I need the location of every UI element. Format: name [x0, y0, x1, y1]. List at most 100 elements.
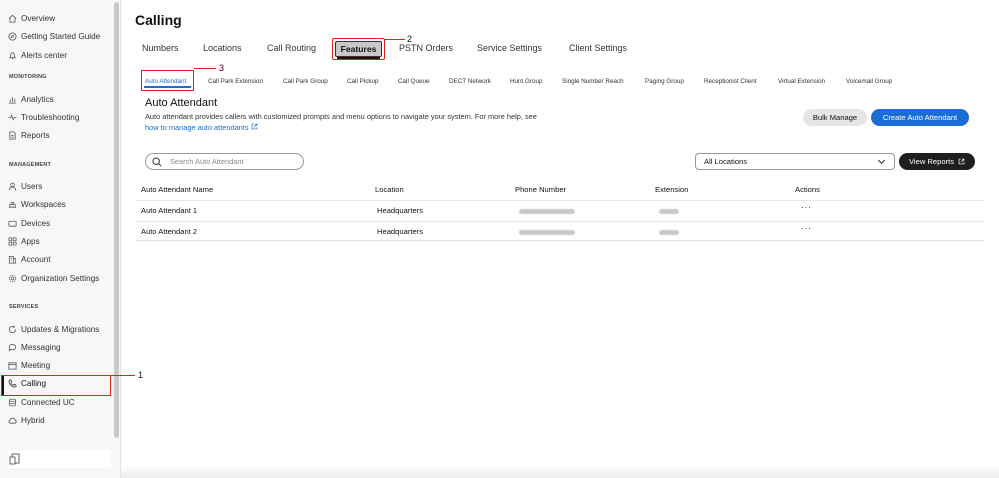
sidebar-item-label: Organization Settings	[21, 273, 100, 283]
sidebar-item-label: Meeting	[21, 360, 51, 370]
subtab-call-park-group[interactable]: Call Park Group	[283, 78, 328, 85]
sidebar-item-troubleshooting[interactable]: Troubleshooting	[8, 109, 79, 125]
user-icon	[8, 182, 17, 191]
column-header-location[interactable]: Location	[375, 185, 404, 194]
row-actions-button[interactable]: ···	[801, 202, 812, 212]
bar-chart-icon	[8, 95, 17, 104]
section-title-management: MANAGEMENT	[9, 162, 52, 168]
sidebar-item-label: Updates & Migrations	[21, 324, 100, 334]
home-icon	[8, 14, 17, 23]
row-phone-redacted	[519, 230, 575, 235]
sidebar-item-organization-settings[interactable]: Organization Settings	[8, 270, 99, 286]
sidebar-item-label: Alerts center	[21, 50, 67, 60]
section-title-monitoring: MONITORING	[9, 74, 47, 80]
bell-icon	[8, 51, 17, 60]
building-icon	[8, 255, 17, 264]
location-select[interactable]: All Locations	[695, 153, 895, 170]
subtab-call-pickup[interactable]: Call Pickup	[347, 78, 379, 85]
search-input[interactable]: Search Auto Attendant	[145, 153, 304, 170]
help-link[interactable]: how to manage auto attendants	[145, 123, 258, 132]
subtab-auto-attendant[interactable]: Auto Attendant	[145, 78, 186, 85]
tab-features[interactable]: Features	[335, 41, 382, 57]
org-switch-icon[interactable]	[9, 452, 21, 465]
sidebar-item-analytics[interactable]: Analytics	[8, 91, 54, 107]
sidebar-item-calling[interactable]: Calling	[8, 375, 46, 391]
calendar-icon	[8, 361, 17, 370]
column-header-name[interactable]: Auto Attendant Name	[141, 185, 213, 194]
row-phone-redacted	[519, 209, 575, 214]
sidebar-item-label: Apps	[21, 236, 40, 246]
subtab-paging-group[interactable]: Paging Group	[645, 78, 684, 85]
sidebar-scrollbar[interactable]	[114, 2, 119, 438]
sidebar-item-label: Troubleshooting	[21, 112, 80, 122]
refresh-icon	[8, 325, 17, 334]
sidebar-item-label: Workspaces	[21, 199, 66, 209]
subtab-call-park-extension[interactable]: Call Park Extension	[208, 78, 263, 85]
sidebar-item-label: Account	[21, 254, 51, 264]
callout-line-3	[194, 68, 216, 69]
sidebar-item-account[interactable]: Account	[8, 251, 51, 267]
tab-client-settings[interactable]: Client Settings	[569, 43, 627, 53]
sidebar-item-apps[interactable]: Apps	[8, 233, 40, 249]
tab-call-routing[interactable]: Call Routing	[267, 43, 316, 53]
subtab-single-number-reach[interactable]: Single Number Reach	[562, 78, 624, 85]
active-tab-underline	[337, 57, 380, 59]
device-icon	[8, 219, 17, 228]
view-reports-label: View Reports	[908, 157, 955, 166]
subtab-receptionist-client[interactable]: Receptionist Client	[704, 78, 757, 85]
table-row[interactable]: Auto Attendant 2 Headquarters ···	[135, 221, 984, 241]
view-reports-button[interactable]: View Reports	[899, 153, 975, 170]
subtab-hunt-group[interactable]: Hunt Group	[510, 78, 543, 85]
section-description: Auto attendant provides callers with cus…	[145, 112, 550, 133]
sidebar-item-getting-started[interactable]: Getting Started Guide	[8, 28, 100, 44]
sidebar-item-updates-migrations[interactable]: Updates & Migrations	[8, 321, 99, 337]
phone-icon	[8, 378, 17, 388]
sidebar-item-alerts[interactable]: Alerts center	[8, 47, 67, 63]
search-placeholder: Search Auto Attendant	[170, 157, 244, 166]
location-select-value: All Locations	[704, 157, 748, 166]
subtab-dect-network[interactable]: DECT Network	[449, 78, 491, 85]
sidebar-item-label: Hybrid	[21, 415, 45, 425]
sidebar-item-devices[interactable]: Devices	[8, 215, 50, 231]
row-name: Auto Attendant 1	[141, 206, 198, 215]
sidebar-item-label: Users	[21, 181, 43, 191]
table-row[interactable]: Auto Attendant 1 Headquarters ···	[135, 200, 984, 220]
sidebar-item-label: Overview	[21, 13, 56, 23]
row-extension-redacted	[659, 230, 679, 235]
column-header-phone-number[interactable]: Phone Number	[515, 185, 566, 194]
sidebar-item-label: Messaging	[21, 342, 61, 352]
sidebar-item-meeting[interactable]: Meeting	[8, 357, 50, 373]
row-extension-redacted	[659, 209, 679, 214]
active-subtab-underline	[144, 86, 191, 88]
description-text: Auto attendant provides callers with cus…	[145, 112, 537, 121]
column-header-extension[interactable]: Extension	[655, 185, 688, 194]
callout-number-3: 3	[219, 63, 225, 73]
callout-number-2: 2	[407, 34, 413, 44]
tab-locations[interactable]: Locations	[203, 43, 242, 53]
chat-icon	[8, 343, 17, 352]
sidebar-item-connected-uc[interactable]: Connected UC	[8, 394, 75, 410]
callout-line-2	[385, 39, 405, 40]
bottom-shadow	[121, 465, 999, 478]
create-auto-attendant-button[interactable]: Create Auto Attendant	[871, 109, 969, 126]
subtab-voicemail-group[interactable]: Voicemail Group	[846, 78, 892, 85]
sidebar-item-overview[interactable]: Overview	[8, 10, 55, 26]
subtab-virtual-extension[interactable]: Virtual Extension	[778, 78, 825, 85]
row-actions-button[interactable]: ···	[801, 223, 812, 233]
sidebar-item-reports[interactable]: Reports	[8, 127, 50, 143]
tab-numbers[interactable]: Numbers	[142, 43, 179, 53]
sidebar-item-users[interactable]: Users	[8, 178, 42, 194]
document-icon	[8, 130, 17, 140]
sidebar-item-label: Getting Started Guide	[21, 31, 101, 41]
sidebar-item-hybrid[interactable]: Hybrid	[8, 412, 45, 428]
chevron-down-icon	[877, 159, 886, 165]
bulk-manage-button[interactable]: Bulk Manage	[803, 109, 867, 126]
compass-icon	[8, 31, 17, 41]
external-link-icon	[958, 158, 965, 165]
sidebar-item-workspaces[interactable]: Workspaces	[8, 196, 66, 212]
tab-service-settings[interactable]: Service Settings	[477, 43, 542, 53]
sidebar-item-messaging[interactable]: Messaging	[8, 339, 61, 355]
subtab-call-queue[interactable]: Call Queue	[398, 78, 430, 85]
tab-pstn-orders[interactable]: PSTN Orders	[399, 43, 453, 53]
apps-icon	[8, 237, 17, 246]
